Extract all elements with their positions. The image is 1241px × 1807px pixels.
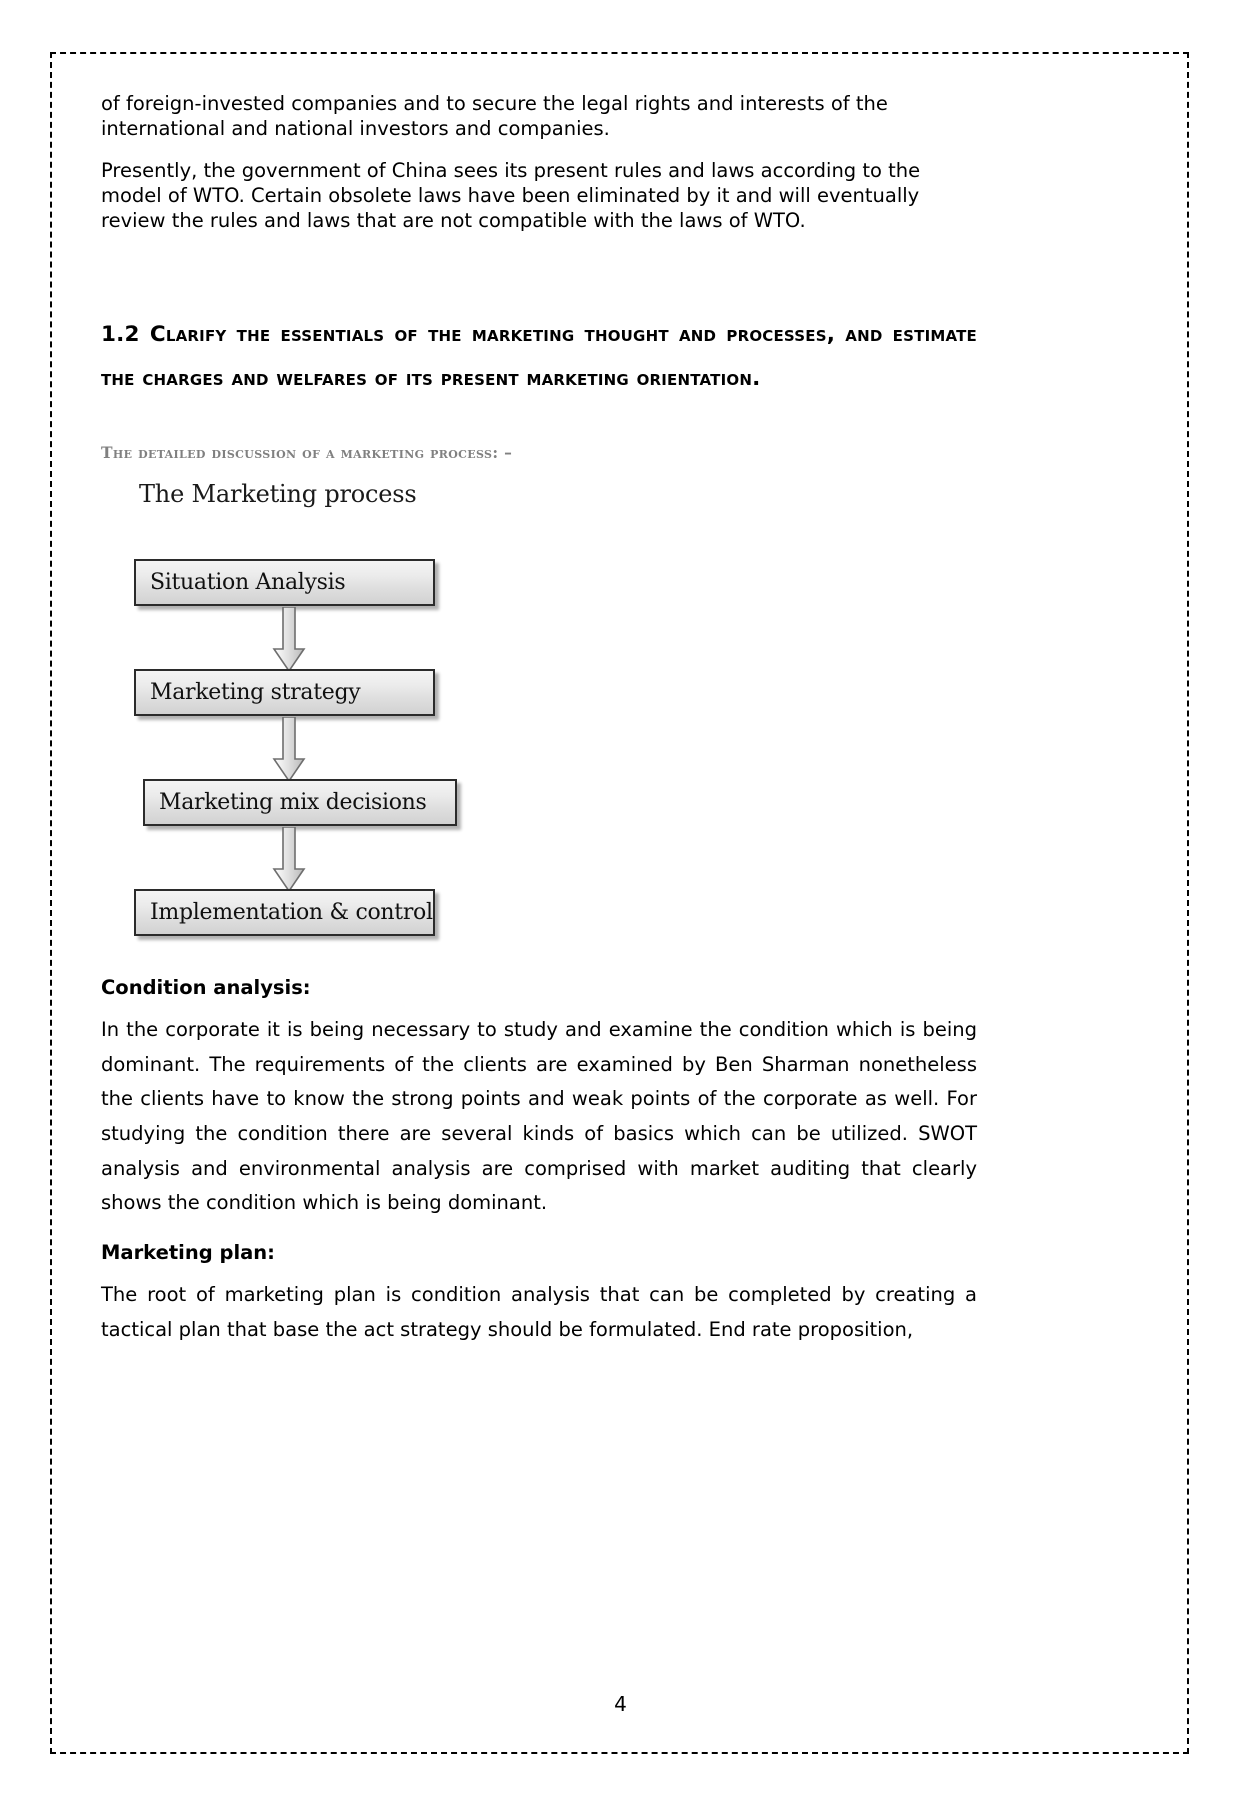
down-arrow-icon-1: [271, 606, 307, 673]
section-heading-text: Clarify the essentials of the marketing …: [101, 321, 977, 391]
flow-box-label: Implementation & control: [150, 899, 433, 925]
spacer-before-heading: [101, 251, 977, 313]
flow-box-label: Marketing strategy: [150, 679, 361, 705]
sub-heading-marketing-process: The detailed discussion of a marketing p…: [101, 442, 513, 462]
flow-box-label: Marketing mix decisions: [159, 789, 427, 815]
paragraph-intro-continued: of foreign-invested companies and to sec…: [101, 92, 888, 140]
down-arrow-icon-3: [271, 826, 307, 893]
down-arrow-icon-2: [271, 716, 307, 783]
flow-box-implementation-control: Implementation & control: [134, 888, 435, 936]
diagram-title: The Marketing process: [139, 479, 417, 508]
paragraph-condition-analysis: In the corporate it is being necessary t…: [101, 1017, 977, 1215]
paragraph-wto-rules: Presently, the government of China sees …: [101, 158, 921, 232]
spacer-after-heading: [101, 401, 977, 443]
flow-box-situation-analysis: Situation Analysis: [134, 558, 435, 606]
page-content: of foreign-invested companies and to sec…: [101, 92, 977, 1358]
marketing-process-diagram: The Marketing process Situation Analysis: [101, 480, 977, 950]
spacer-after-diagram: [101, 950, 977, 976]
paragraph-marketing-plan: The root of marketing plan is condition …: [101, 1283, 977, 1341]
subsection-heading-marketing-plan: Marketing plan:: [101, 1241, 275, 1265]
flow-box-label: Situation Analysis: [150, 569, 346, 595]
document-page: of foreign-invested companies and to sec…: [0, 0, 1241, 1807]
page-number: 4: [614, 1692, 627, 1716]
section-heading-1-2: 1.2 Clarify the essentials of the market…: [101, 313, 977, 401]
flow-box-marketing-strategy: Marketing strategy: [134, 668, 435, 716]
subsection-heading-condition-analysis: Condition analysis:: [101, 975, 311, 999]
flow-box-marketing-mix-decisions: Marketing mix decisions: [143, 778, 457, 826]
section-number: 1.2: [101, 321, 140, 347]
